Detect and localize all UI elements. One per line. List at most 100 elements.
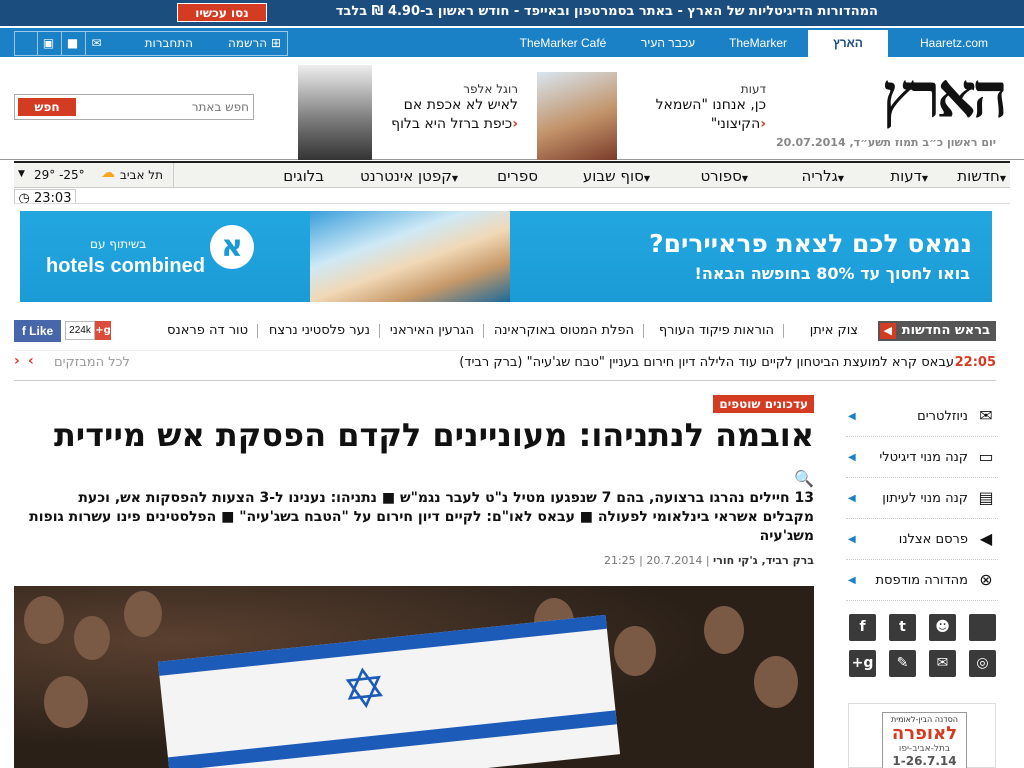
teaser-category: דעות — [740, 82, 766, 96]
facebook-like-button[interactable]: f Like — [14, 320, 61, 342]
monitor-icon: ▭ — [978, 447, 994, 466]
top-news-label[interactable]: ◀ בראש החדשות — [877, 321, 996, 341]
news-ticker: 22:05 עבאס קרא למועצת הביטחון לקיים עוד … — [14, 350, 996, 376]
teaser-title-line1: לאיש לא אכפת אם — [403, 97, 518, 113]
twitter-icon[interactable]: t — [889, 614, 916, 641]
divider — [643, 324, 644, 338]
ad-partner-label: בשיתוף עם — [90, 237, 147, 251]
menu-weekend[interactable]: ▼סוף שבוע — [583, 165, 654, 187]
plus-icon: ⊞ — [270, 36, 281, 50]
ticker-headline[interactable]: עבאס קרא למועצת הביטחון לקיים עוד הלילה … — [459, 355, 954, 370]
book-icon[interactable]: ▣ — [37, 32, 59, 55]
edit-icon[interactable]: ✎ — [889, 650, 916, 677]
topics-bar: ◀ בראש החדשות צוק איתן הוראות פיקוד העורף… — [14, 318, 996, 344]
tab-haaretz[interactable]: הארץ — [808, 30, 888, 57]
main-menu: ▼חדשות ▼דעות ▼גלריה ▼ספורט ▼סוף שבוע ספר… — [14, 161, 1010, 188]
opera-ad[interactable]: הסדנה הבין-לאומית לאופרה בתל-אביב-יפו 1-… — [848, 703, 996, 768]
tab-themarker[interactable]: TheMarker — [718, 30, 798, 57]
sidebar-item-paper-subscription[interactable]: ▤ קנה מנוי לעיתון ◀ — [846, 478, 998, 519]
promo-text[interactable]: המהדורות הדיגיטליות של הארץ - באתר בסמרט… — [336, 4, 878, 19]
email-icon[interactable]: ✉ — [929, 650, 956, 677]
menu-gallery[interactable]: ▼גלריה — [802, 165, 848, 187]
search-input[interactable] — [89, 97, 249, 117]
briefcase-icon[interactable]: ■ — [61, 32, 83, 55]
tab-themarker-cafe[interactable]: TheMarker Café — [508, 30, 618, 57]
google-plus-button[interactable]: g+ — [95, 321, 111, 340]
chevron-down-icon: ▼ — [999, 174, 1006, 183]
teaser-photo[interactable] — [537, 72, 617, 160]
topic-link[interactable]: טור דה פראנס — [167, 321, 248, 341]
chevron-left-icon: ◀ — [848, 411, 856, 422]
sidebar-item-digital-subscription[interactable]: ▭ קנה מנוי דיגיטלי ◀ — [846, 437, 998, 478]
menu-blogs[interactable]: בלוגים — [283, 165, 324, 187]
try-now-button[interactable]: נסו עכשיו — [177, 3, 267, 22]
menu-captain-internet[interactable]: ▼קפטן אינטרנט — [360, 165, 462, 187]
article-authors[interactable]: ברק רביד, ג'קי חורי — [713, 554, 814, 567]
weather-widget[interactable]: תל אביב ☁ 29° -25° ▼ — [14, 163, 174, 188]
print-icon: ⊗ — [979, 570, 993, 589]
ad-line: לאופרה — [891, 723, 958, 744]
topic-link[interactable]: הפלת המטוס באוקראינה — [494, 321, 634, 341]
facebook-icon[interactable]: f — [849, 614, 876, 641]
tab-akhbar-hair[interactable]: עכבר העיר — [628, 30, 708, 57]
register-link[interactable]: ⊞ הרשמה — [228, 32, 281, 55]
login-link[interactable]: התחברות — [145, 32, 193, 55]
divider: | — [635, 554, 643, 567]
weather-temp: 29° -25° — [34, 168, 85, 182]
ad-photo — [310, 211, 510, 302]
topic-link[interactable]: הגרעין האיראני — [390, 321, 474, 341]
google-plus-count: 224k — [65, 321, 95, 340]
sidebar-item-advertise[interactable]: ◀ פרסם אצלנו ◀ — [846, 519, 998, 560]
chevron-left-icon: ◀ — [848, 452, 856, 463]
arrow-left-icon: ◀ — [879, 323, 896, 339]
apple-icon[interactable] — [969, 614, 996, 641]
chevron-right-icon[interactable]: › — [28, 353, 34, 369]
menu-books[interactable]: ספרים — [497, 165, 538, 187]
menu-opinion[interactable]: ▼דעות — [890, 165, 932, 187]
arrow-icon: ‹ — [512, 116, 518, 132]
chevron-left-icon[interactable]: ‹ — [14, 353, 20, 369]
chevron-down-icon: ▼ — [643, 174, 650, 183]
megaphone-icon: ◀ — [979, 529, 993, 548]
live-updates-tag[interactable]: עדכונים שוטפים — [713, 395, 814, 413]
user-box: ⊞ הרשמה התחברות ✉ ■ ▣ — [14, 31, 288, 56]
divider — [483, 324, 484, 338]
divider: | — [702, 554, 710, 567]
sidebar-item-print-edition[interactable]: ⊗ מהדורה מודפסת ◀ — [846, 560, 998, 601]
article-headline[interactable]: אובמה לנתניהו: מעוניינים לקדם הפסקת אש מ… — [24, 416, 814, 498]
site-navbar: Haaretz.com הארץ TheMarker עכבר העיר The… — [0, 28, 1024, 57]
android-icon[interactable]: ☻ — [929, 614, 956, 641]
menu-news[interactable]: ▼חדשות — [957, 165, 1010, 187]
topic-link[interactable]: צוק איתן — [810, 321, 858, 341]
sidebar-item-newsletters[interactable]: ✉ ניוזלטרים ◀ — [846, 396, 998, 437]
menu-sport[interactable]: ▼ספורט — [700, 165, 752, 187]
ad-line: 1-26.7.14 — [892, 754, 957, 768]
comment-icon[interactable]: ✉ — [85, 32, 107, 55]
ticker-time: 22:05 — [954, 355, 996, 370]
tab-haaretz-com[interactable]: Haaretz.com — [914, 30, 994, 57]
google-plus-icon[interactable]: g+ — [849, 650, 876, 677]
ad-headline: נמאס לכם לצאת פראיירים? — [649, 229, 972, 258]
topic-link[interactable]: נער פלסטיני נרצח — [269, 321, 370, 341]
all-flashes-link[interactable]: לכל המבזקים — [54, 355, 130, 370]
topic-link[interactable]: הוראות פיקוד העורף — [659, 321, 774, 341]
article-main-photo[interactable]: ✡ — [14, 586, 814, 768]
chevron-down-icon[interactable]: ▼ — [18, 169, 25, 179]
photo-detail — [614, 626, 656, 676]
haaretz-letter-logo: א — [210, 225, 254, 269]
rss-icon[interactable]: ◎ — [969, 650, 996, 677]
article-time: 21:25 — [603, 554, 636, 567]
teaser-title-line2: הקיצוני" — [710, 116, 761, 132]
ad-banner-creative[interactable]: נמאס לכם לצאת פראיירים? בואו לחסוך עד 80… — [20, 211, 992, 302]
ad-banner[interactable]: נמאס לכם לצאת פראיירים? בואו לחסוך עד 80… — [14, 203, 1010, 305]
chevron-left-icon: ◀ — [848, 534, 856, 545]
chevron-left-icon: ◀ — [848, 575, 856, 586]
column-teaser[interactable]: רוגל אלפר לאיש לא אכפת אם ‹כיפת ברזל היא… — [391, 82, 518, 134]
partly-cloudy-icon: ☁ — [101, 165, 115, 181]
opinion-teaser[interactable]: דעות כן, אנחנו "השמאל ‹הקיצוני" — [656, 82, 766, 134]
search-button[interactable]: חפש — [18, 98, 76, 116]
newspaper-icon: ▤ — [978, 488, 994, 507]
teaser-illustration[interactable] — [298, 65, 372, 160]
star-of-david-icon: ✡ — [338, 655, 391, 723]
haaretz-logo[interactable]: הארץ — [882, 65, 1008, 127]
